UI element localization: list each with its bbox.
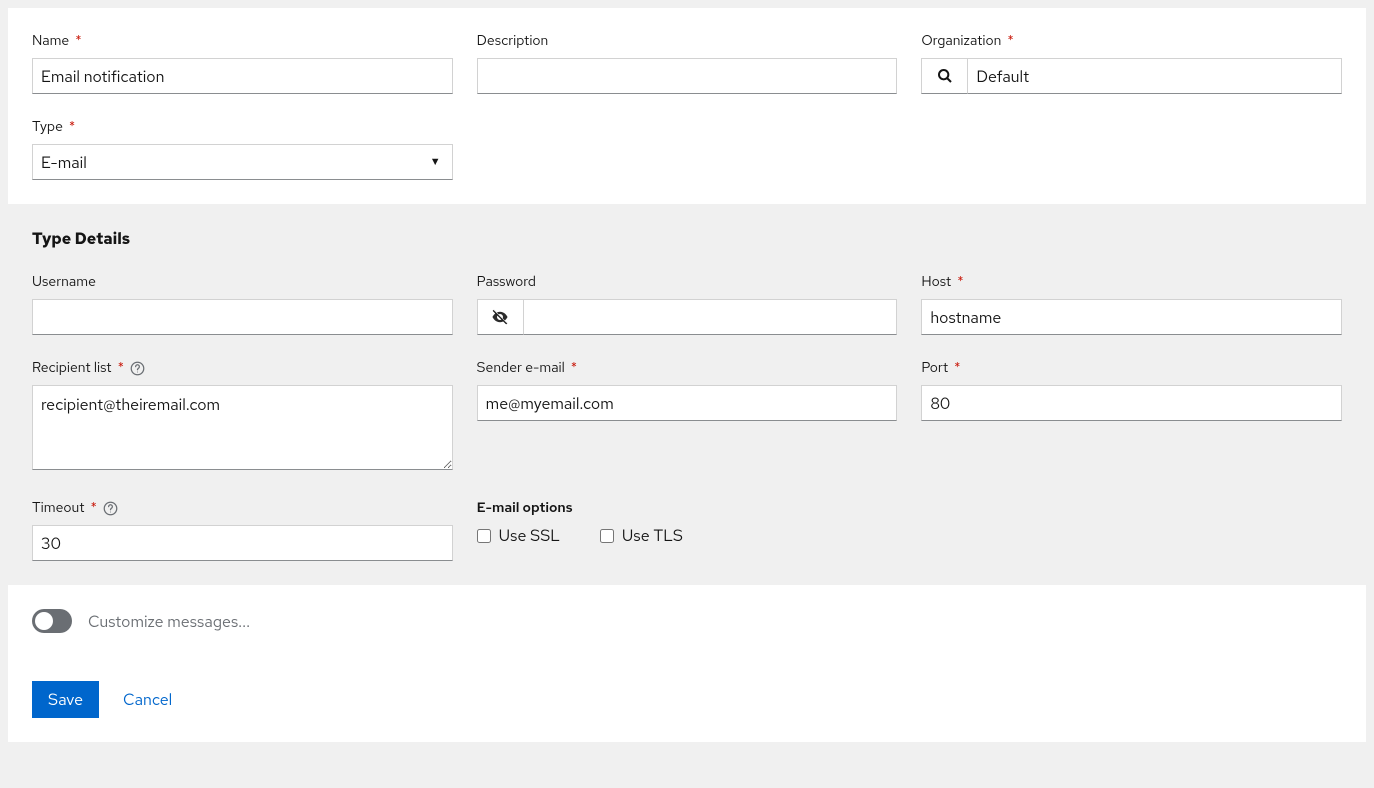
sender-email-input[interactable] [477, 385, 898, 421]
username-input[interactable] [32, 299, 453, 335]
required-indicator: * [75, 32, 81, 50]
type-details-section: Type Details Username Password [8, 204, 1366, 585]
required-indicator: * [118, 359, 124, 377]
email-options-label: E-mail options [477, 499, 898, 517]
general-section: Name * Description Organization * [8, 8, 1366, 204]
host-label: Host * [921, 273, 1342, 291]
password-label: Password [477, 273, 898, 291]
cancel-button[interactable]: Cancel [123, 689, 172, 710]
timeout-input[interactable] [32, 525, 453, 561]
type-label: Type * [32, 118, 453, 136]
port-input[interactable] [921, 385, 1342, 421]
sender-email-label: Sender e-mail * [477, 359, 898, 377]
customize-messages-toggle[interactable] [32, 609, 72, 633]
timeout-label: Timeout * [32, 499, 453, 517]
organization-search-button[interactable] [921, 58, 967, 94]
host-input[interactable] [921, 299, 1342, 335]
required-indicator: * [1007, 32, 1013, 50]
required-indicator: * [957, 273, 963, 291]
use-tls-input[interactable] [600, 529, 614, 543]
search-icon [937, 68, 953, 84]
customize-messages-label: Customize messages... [88, 611, 250, 632]
description-input[interactable] [477, 58, 898, 94]
switch-thumb [35, 612, 53, 630]
save-button[interactable]: Save [32, 681, 99, 718]
name-input[interactable] [32, 58, 453, 94]
use-ssl-label: Use SSL [499, 525, 560, 546]
recipient-list-input[interactable]: recipient@theiremail.com [32, 385, 453, 470]
footer-section: Customize messages... Save Cancel [8, 585, 1366, 742]
type-details-title: Type Details [32, 228, 1342, 249]
recipient-list-label: Recipient list * [32, 359, 453, 377]
use-ssl-checkbox[interactable]: Use SSL [477, 525, 560, 546]
toggle-password-visibility[interactable] [477, 299, 523, 335]
type-select[interactable] [32, 144, 453, 180]
use-tls-checkbox[interactable]: Use TLS [600, 525, 683, 546]
required-indicator: * [69, 118, 75, 136]
name-label: Name * [32, 32, 453, 50]
required-indicator: * [571, 359, 577, 377]
organization-input[interactable] [967, 58, 1342, 94]
username-label: Username [32, 273, 453, 291]
password-input[interactable] [523, 299, 898, 335]
description-label: Description [477, 32, 898, 50]
help-icon[interactable] [103, 500, 119, 516]
port-label: Port * [921, 359, 1342, 377]
required-indicator: * [91, 499, 97, 517]
use-ssl-input[interactable] [477, 529, 491, 543]
eye-slash-icon [491, 308, 509, 326]
required-indicator: * [954, 359, 960, 377]
organization-label: Organization * [921, 32, 1342, 50]
help-icon[interactable] [130, 360, 146, 376]
use-tls-label: Use TLS [622, 525, 683, 546]
